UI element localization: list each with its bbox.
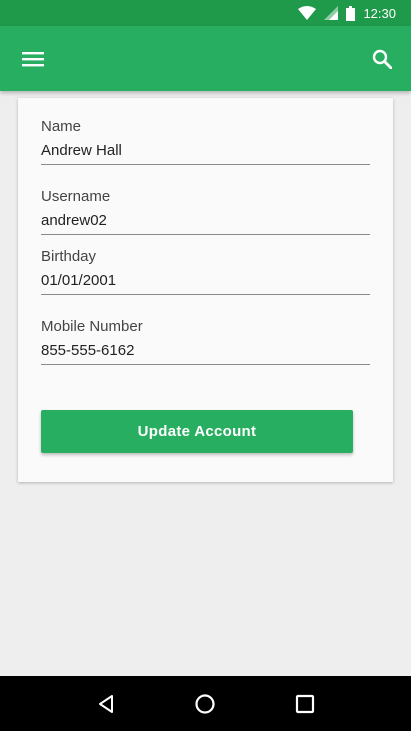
update-account-button[interactable]: Update Account <box>41 410 353 453</box>
mobile-number-field[interactable]: Mobile Number 855-555-6162 <box>41 318 370 365</box>
system-nav-bar <box>0 676 411 731</box>
hamburger-menu-icon[interactable] <box>20 46 46 72</box>
birthday-label: Birthday <box>41 248 97 265</box>
back-icon[interactable] <box>91 689 121 719</box>
username-input[interactable]: andrew02 <box>41 212 370 235</box>
name-field[interactable]: Name Andrew Hall <box>41 118 370 165</box>
home-icon[interactable] <box>190 689 220 719</box>
wifi-icon <box>298 6 317 20</box>
app-bar <box>0 26 411 91</box>
birthday-input[interactable]: 01/01/2001 <box>41 272 370 295</box>
recents-icon[interactable] <box>290 689 320 719</box>
name-label: Name <box>41 118 82 135</box>
mobile-number-input[interactable]: 855-555-6162 <box>41 342 370 365</box>
battery-icon <box>346 5 356 21</box>
mobile-number-label: Mobile Number <box>41 318 143 335</box>
username-field[interactable]: Username andrew02 <box>41 188 370 235</box>
account-form-card: Name Andrew Hall Username andrew02 Birth… <box>18 98 393 482</box>
status-time: 12:30 <box>363 5 396 21</box>
name-input[interactable]: Andrew Hall <box>41 142 370 165</box>
username-label: Username <box>41 188 111 205</box>
status-bar: 12:30 <box>0 0 411 26</box>
birthday-field[interactable]: Birthday 01/01/2001 <box>41 248 370 295</box>
search-icon[interactable] <box>369 46 395 72</box>
cell-signal-icon <box>324 6 339 20</box>
